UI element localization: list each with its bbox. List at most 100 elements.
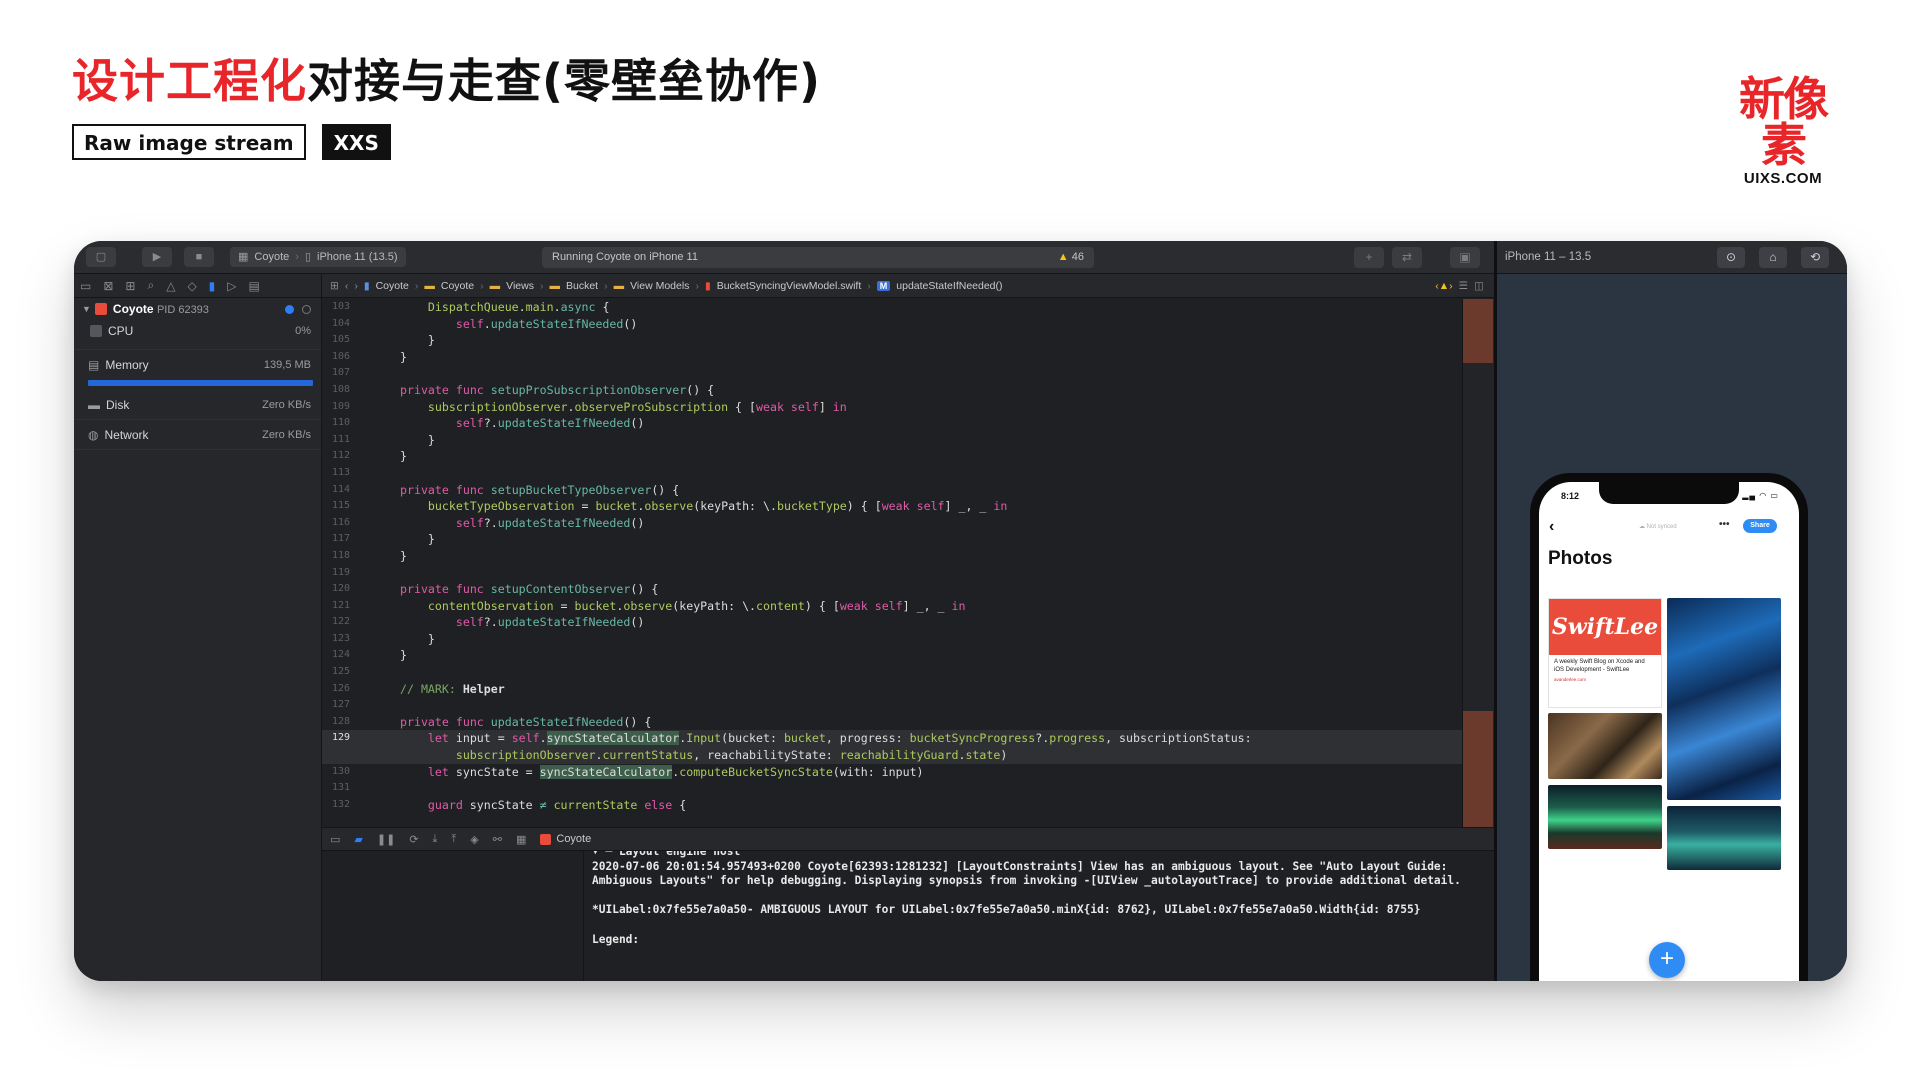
app-icon [94,303,107,315]
photo-tile[interactable] [1548,785,1662,849]
jump-bar: ⊞ ‹ › ▮ Coyote › ▬ Coyote › ▬ Views › ▬ Bucket… [322,274,1494,298]
simulator-window: iPhone 11 – 13.5 ⊙ ⌂ ⟲ 8:12 ▂▄ ◠ ▭ ‹ ☁ N… [1494,241,1847,981]
code-line: 113 [331,466,350,478]
source-control-icon[interactable]: ⊠ [103,279,113,293]
jump-bar-item[interactable]: Coyote [441,280,474,292]
process-pid: PID 62393 [156,304,209,316]
code-line: 106} [331,349,407,364]
share-button[interactable]: Share [1743,519,1777,533]
jump-bar-item[interactable]: Coyote [376,280,409,292]
folder-icon[interactable]: ▭ [80,279,91,293]
folder-icon: ▬ [613,279,625,292]
disk-icon: ▬ [88,397,100,412]
symbol-icon[interactable]: ⊞ [125,279,135,293]
scheme-app-icon: ▦ [238,251,249,263]
home-button[interactable]: ⌂ [1759,247,1787,268]
breakpoint-icon[interactable]: ▷ [227,279,236,293]
code-line: 130 let syncState = syncStateCalculator.… [331,764,924,779]
back-chevron-icon[interactable]: ‹ [1549,518,1554,536]
tag-row: Raw image stream XXS [72,124,391,160]
toggle-inspector-button[interactable]: ▣ [1450,247,1480,268]
warning-indicator[interactable]: ▲ 46 [1058,247,1084,268]
code-line: 105 } [331,333,435,348]
hide-debug-area-icon[interactable]: ▭ [330,833,340,846]
navigator-tabs: ▭ ⊠ ⊞ ⌕ △ ◇ ▮ ▷ ▤ [74,274,321,298]
iphone-screen: 8:12 ▂▄ ◠ ▭ ‹ ☁ Not synced ••• Share Pho… [1539,482,1799,981]
folder-icon: ▬ [549,279,560,292]
jump-bar-item[interactable]: Bucket [566,280,598,292]
debug-navigator: ▭ ⊠ ⊞ ⌕ △ ◇ ▮ ▷ ▤ ▼ Coyote PID 62393 CPU… [74,274,322,981]
add-button[interactable]: + [1649,942,1685,978]
gauge-label: Memory [105,358,149,372]
minimap[interactable] [1462,299,1494,827]
jump-bar-item[interactable]: Views [506,280,534,292]
console-output[interactable]: ▾ ─ Layout engine host 2020-07-06 20:01:… [584,851,1494,981]
test-icon[interactable]: ◇ [187,279,196,293]
step-over-icon[interactable]: ⟳ [409,833,418,846]
split-editor-icon[interactable]: ◫ [1474,280,1484,292]
code-line: 111 } [331,432,435,447]
code-line: 125 [331,666,350,678]
jump-bar-item[interactable]: updateStateIfNeeded() [896,280,1002,292]
related-items-icon[interactable]: ⊞ [330,280,339,292]
toggle-navigator-button[interactable]: ▢ [86,247,116,267]
code-line: 108 private func setupProSubscriptionObse… [331,382,715,397]
more-icon[interactable]: ••• [1719,519,1730,530]
toolbar: ▢ ▶ ■ ▦ Coyote › ▯ iPhone 11 (13.5) Runn… [74,241,1494,274]
run-button[interactable]: ▶ [142,247,172,267]
slide-title-black: 对接与走查(零壁垒协作) [307,54,822,108]
gauge-row-network[interactable]: ◍ Network Zero KB/s [74,420,321,450]
swiftlee-link-card[interactable]: SwiftLee A weekly Swift Blog on Xcode an… [1548,598,1662,708]
activity-status-text: Running Coyote on iPhone 11 [552,251,698,263]
back-icon[interactable]: ‹ [345,280,349,292]
scheme-selector[interactable]: ▦ Coyote › ▯ iPhone 11 (13.5) [230,247,406,267]
pause-icon[interactable]: ❚❚ [377,833,395,846]
xcode-window: ▢ ▶ ■ ▦ Coyote › ▯ iPhone 11 (13.5) Runn… [74,241,1847,981]
code-area[interactable]: 103 DispatchQueue.main.async { 104 self.… [322,299,1462,827]
gauge-row-disk[interactable]: ▬ Disk Zero KB/s [74,390,321,420]
code-review-button[interactable]: ⇄ [1392,247,1422,268]
variables-view[interactable] [322,851,584,981]
view-debugger-icon[interactable]: ◈ [470,833,478,846]
environment-overrides-icon[interactable]: ▦ [516,833,526,846]
gauge-value: Zero KB/s [262,398,311,411]
debug-icon[interactable]: ▮ [209,279,216,293]
forward-icon[interactable]: › [354,280,358,292]
code-line: 103 DispatchQueue.main.async { [331,300,610,314]
notch [1599,482,1739,504]
report-icon[interactable]: ▤ [249,279,260,293]
photo-tile[interactable] [1548,713,1662,779]
brand-mark: 新像素 [1739,72,1829,172]
step-in-icon[interactable]: ⤓ [433,833,438,846]
gauge-row-cpu[interactable]: CPU 0% [74,320,321,342]
process-row[interactable]: ▼ Coyote PID 62393 [74,298,321,320]
screenshot-button[interactable]: ⊙ [1717,247,1745,268]
jump-bar-item[interactable]: View Models [630,280,689,292]
gauge-row-memory[interactable]: ▤ Memory 139,5 MB [74,350,321,380]
code-line-current: 129 let input = self.syncStateCalculator… [322,730,1462,748]
process-options-icon[interactable] [302,304,311,314]
debug-target[interactable]: Coyote [540,833,591,845]
issue-navigation-icon[interactable]: ‹▲› [1435,280,1452,292]
photo-tile[interactable] [1667,598,1781,800]
library-button[interactable]: + [1354,247,1384,268]
breakpoints-toggle-icon[interactable]: ▰ [354,833,362,846]
app-icon [540,833,552,845]
step-out-icon[interactable]: ⤒ [451,833,456,846]
find-icon[interactable]: ⌕ [147,278,154,293]
code-line: 115 bucketTypeObservation = bucket.obser… [331,499,1008,514]
rotate-button[interactable]: ⟲ [1801,247,1829,268]
memory-graph-icon[interactable]: ⚯ [493,833,502,846]
stop-button[interactable]: ■ [184,247,214,267]
debug-target-label: Coyote [556,833,592,845]
jump-bar-item[interactable]: BucketSyncingViewModel.swift [717,280,862,292]
code-line: 107 [331,367,350,379]
minimap-toggle-icon[interactable]: ☰ [1459,280,1468,292]
console-line: ▾ ─ Layout engine host [592,851,741,858]
code-line: 114 private func setupBucketTypeObserver(… [331,482,680,497]
minimap-highlight [1463,299,1493,363]
disclosure-triangle-icon[interactable]: ▼ [82,304,91,314]
folder-icon: ▬ [424,279,435,292]
photo-tile[interactable] [1667,806,1781,870]
issue-icon[interactable]: △ [166,279,175,293]
